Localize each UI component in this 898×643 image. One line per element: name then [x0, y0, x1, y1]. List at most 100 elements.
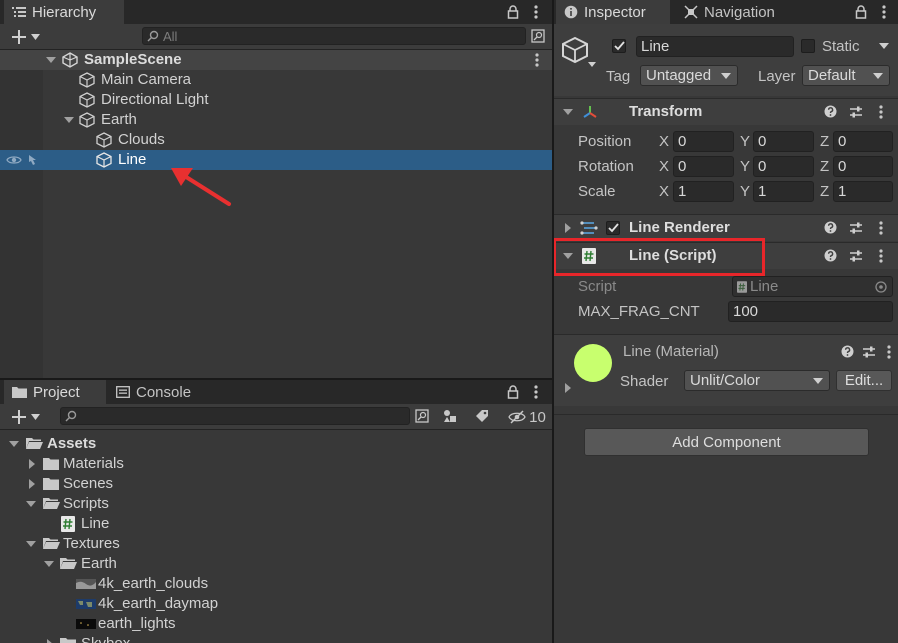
- tab-project[interactable]: Project: [4, 380, 106, 404]
- fold-right-icon[interactable]: [565, 223, 571, 233]
- tree-item-materials[interactable]: Materials: [0, 454, 552, 474]
- filter-by-label-icon[interactable]: [474, 408, 490, 424]
- active-checkbox[interactable]: [612, 39, 626, 53]
- tab-navigation[interactable]: Navigation: [676, 0, 806, 24]
- fold-down-icon[interactable]: [64, 117, 74, 123]
- scale-y-field[interactable]: 1: [753, 181, 814, 202]
- hierarchy-item-clouds[interactable]: Clouds: [0, 130, 552, 150]
- hierarchy-item-directional-light[interactable]: Directional Light: [0, 90, 552, 110]
- fold-down-icon[interactable]: [9, 441, 19, 447]
- fold-down-icon[interactable]: [26, 541, 36, 547]
- help-icon[interactable]: [824, 105, 837, 118]
- tree-item-scripts[interactable]: Scripts: [0, 494, 552, 514]
- help-icon[interactable]: [841, 345, 854, 358]
- edit-shader-button[interactable]: Edit...: [836, 370, 892, 391]
- position-z-field[interactable]: 0: [833, 131, 893, 152]
- scene-visibility-icon[interactable]: [530, 27, 546, 45]
- field-value: 1: [758, 183, 767, 200]
- fold-right-icon[interactable]: [29, 459, 35, 469]
- tree-item-label: Skybox: [81, 635, 130, 643]
- help-icon[interactable]: [824, 221, 837, 234]
- static-dropdown-caret[interactable]: [879, 43, 889, 49]
- line-renderer-header[interactable]: Line Renderer: [554, 214, 898, 241]
- fold-right-icon[interactable]: [47, 639, 53, 643]
- layer-dropdown[interactable]: Default: [802, 65, 890, 86]
- vertical-splitter[interactable]: [552, 0, 554, 643]
- kebab-menu-icon[interactable]: [879, 249, 883, 263]
- object-header: Line Static Tag Untagged Layer Default: [554, 24, 898, 96]
- hierarchy-search-input[interactable]: All: [142, 27, 526, 45]
- console-icon: [116, 386, 130, 398]
- tab-inspector[interactable]: Inspector: [556, 0, 670, 24]
- presets-sliders-icon[interactable]: [849, 105, 863, 119]
- hidden-packages-toggle[interactable]: 10: [506, 407, 548, 427]
- eye-slash-icon: [508, 410, 526, 424]
- rotation-y-field[interactable]: 0: [753, 156, 814, 177]
- hierarchy-item-line[interactable]: Line: [0, 150, 552, 170]
- tab-console[interactable]: Console: [108, 380, 208, 404]
- kebab-menu-icon[interactable]: [530, 4, 542, 20]
- field-value: 0: [838, 133, 847, 150]
- tree-item-texture-daymap[interactable]: 4k_earth_daymap: [0, 594, 552, 614]
- tree-item-line-script[interactable]: Line: [0, 514, 552, 534]
- position-y-field[interactable]: 0: [753, 131, 814, 152]
- tag-dropdown[interactable]: Untagged: [640, 65, 738, 86]
- rotation-x-field[interactable]: 0: [673, 156, 734, 177]
- pickable-hand-icon[interactable]: [26, 153, 40, 167]
- tab-hierarchy[interactable]: Hierarchy: [4, 0, 124, 24]
- fold-right-icon[interactable]: [29, 479, 35, 489]
- max-frag-cnt-field[interactable]: 100: [728, 301, 893, 322]
- kebab-menu-icon[interactable]: [879, 105, 883, 119]
- fold-down-icon[interactable]: [46, 57, 56, 63]
- fold-down-icon[interactable]: [26, 501, 36, 507]
- line-renderer-icon: [580, 220, 598, 236]
- search-by-scene-icon[interactable]: [414, 408, 430, 424]
- project-search-input[interactable]: [60, 407, 410, 425]
- transform-header[interactable]: Transform: [554, 98, 898, 125]
- scale-z-field[interactable]: 1: [833, 181, 893, 202]
- line-renderer-enabled-checkbox[interactable]: [606, 221, 620, 235]
- help-icon[interactable]: [824, 249, 837, 262]
- shader-dropdown[interactable]: Unlit/Color: [684, 370, 830, 391]
- tree-item-assets[interactable]: Assets: [0, 434, 552, 454]
- hierarchy-item-main-camera[interactable]: Main Camera: [0, 70, 552, 90]
- object-name-field[interactable]: Line: [636, 36, 794, 57]
- field-value: 0: [758, 158, 767, 175]
- material-preview-swatch: [574, 344, 612, 382]
- fold-down-icon[interactable]: [563, 109, 573, 115]
- kebab-menu-icon[interactable]: [535, 53, 539, 67]
- position-x-field[interactable]: 0: [673, 131, 734, 152]
- tree-item-texture-clouds[interactable]: 4k_earth_clouds: [0, 574, 552, 594]
- fold-right-icon[interactable]: [565, 383, 571, 393]
- tree-item-textures[interactable]: Textures: [0, 534, 552, 554]
- hierarchy-item-earth[interactable]: Earth: [0, 110, 552, 130]
- horizontal-splitter[interactable]: [0, 378, 552, 380]
- presets-sliders-icon[interactable]: [849, 221, 863, 235]
- filter-by-type-icon[interactable]: [442, 408, 458, 424]
- lock-icon[interactable]: [854, 4, 868, 20]
- create-dropdown-button[interactable]: [8, 27, 44, 47]
- scale-x-field[interactable]: 1: [673, 181, 734, 202]
- kebab-menu-icon[interactable]: [878, 4, 890, 20]
- tree-item-skybox[interactable]: Skybox: [0, 634, 552, 643]
- csharp-script-icon: [61, 516, 75, 532]
- static-checkbox[interactable]: [801, 39, 815, 53]
- kebab-menu-icon[interactable]: [530, 384, 542, 400]
- eye-icon[interactable]: [6, 154, 22, 166]
- create-dropdown-button[interactable]: [8, 407, 44, 427]
- tree-item-scenes[interactable]: Scenes: [0, 474, 552, 494]
- presets-sliders-icon[interactable]: [862, 345, 876, 359]
- fold-down-icon[interactable]: [44, 561, 54, 567]
- lock-icon[interactable]: [506, 4, 520, 20]
- tree-item-earth-folder[interactable]: Earth: [0, 554, 552, 574]
- gameobject-icon-selector[interactable]: [562, 36, 596, 67]
- tree-item-texture-lights[interactable]: earth_lights: [0, 614, 552, 634]
- kebab-menu-icon[interactable]: [879, 221, 883, 235]
- lock-icon[interactable]: [506, 384, 520, 400]
- rotation-z-field[interactable]: 0: [833, 156, 893, 177]
- axis-y-label: Y: [740, 158, 751, 175]
- presets-sliders-icon[interactable]: [849, 249, 863, 263]
- add-component-button[interactable]: Add Component: [584, 428, 869, 456]
- kebab-menu-icon[interactable]: [887, 345, 891, 359]
- scene-row[interactable]: SampleScene: [0, 50, 552, 70]
